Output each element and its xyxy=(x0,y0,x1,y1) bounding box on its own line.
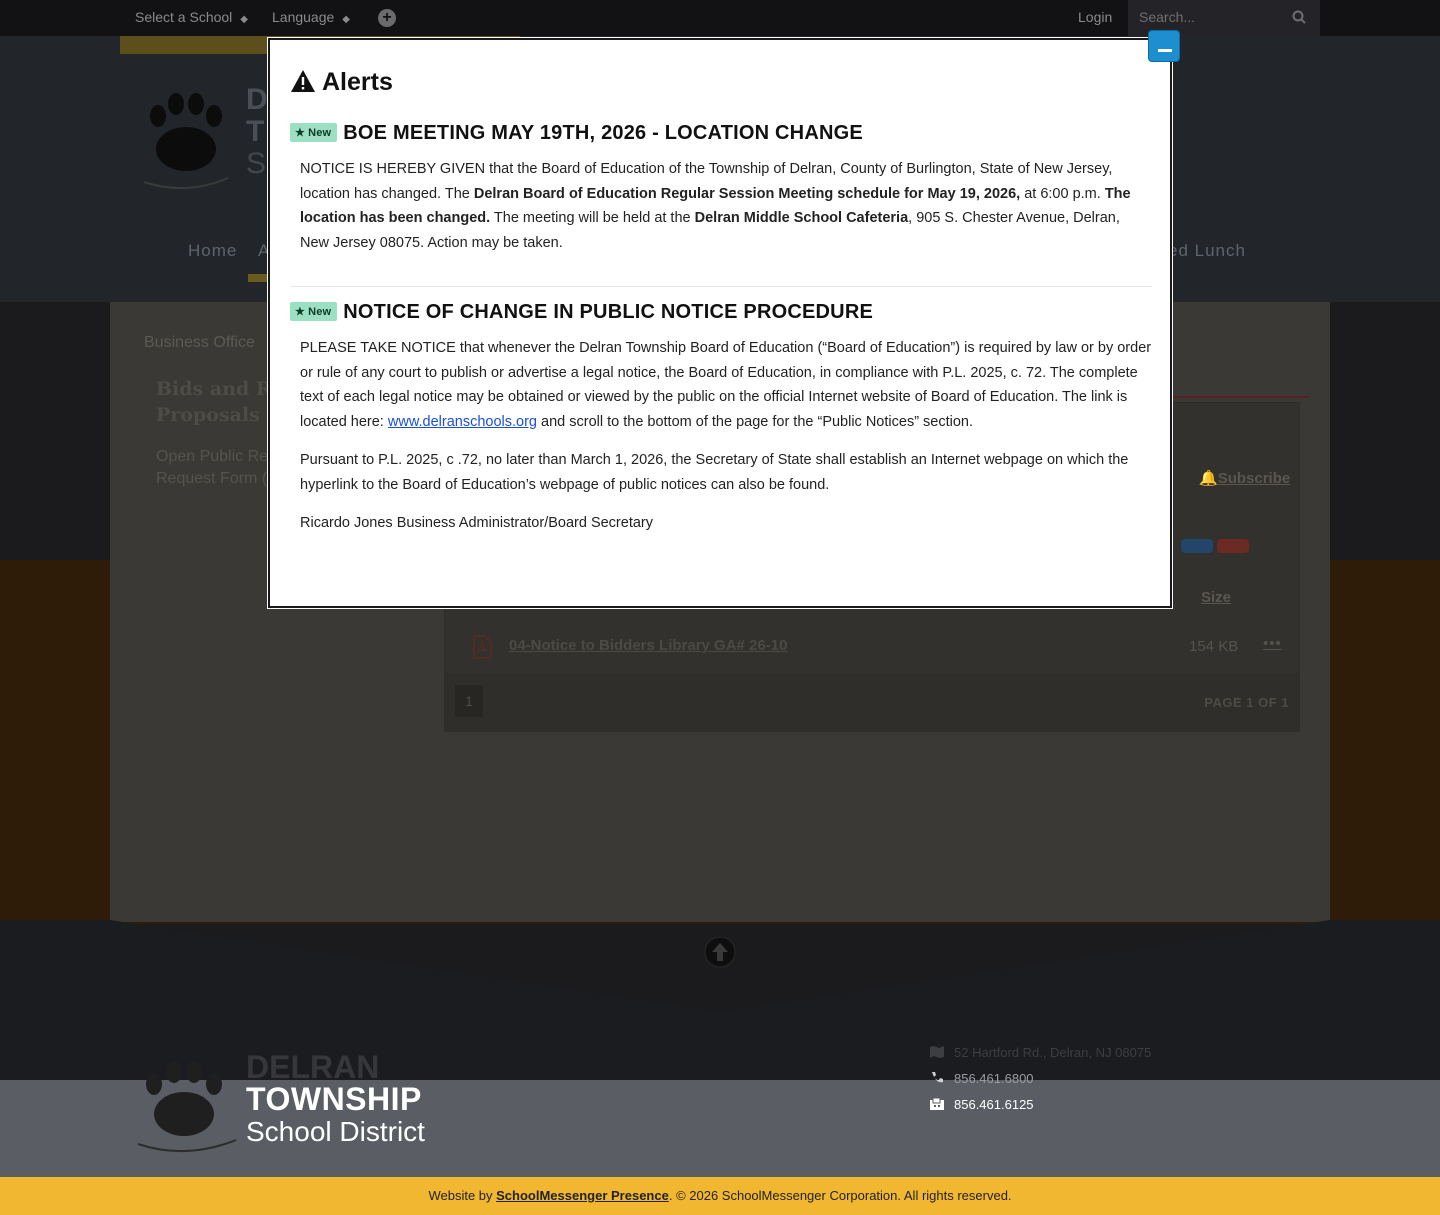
fax-icon xyxy=(930,1098,944,1110)
new-badge: ★ New xyxy=(290,123,338,142)
paw-logo-icon xyxy=(137,1061,237,1153)
alert-text: and scroll to the bottom of the page for… xyxy=(536,413,974,430)
document-link[interactable]: 04-Notice to Bidders Library GA# 26-10 xyxy=(509,637,787,654)
footer-phone-text: 856.461.6800 xyxy=(954,1071,1034,1086)
header-letter: T xyxy=(246,115,265,148)
nav-item-lunch[interactable]: ed Lunch xyxy=(1168,241,1246,261)
more-options-icon[interactable]: ••• xyxy=(1263,635,1282,652)
alerts-modal: Alerts ★ New BOE MEETING MAY 19TH, 2026 - … xyxy=(267,37,1173,609)
alert-heading-text: BOE MEETING MAY 19TH, 2026 - LOCATION CH… xyxy=(343,122,863,144)
sort-caret-icon: ◆ xyxy=(342,14,350,25)
phone-icon xyxy=(932,1072,943,1083)
alert-text: Pursuant to P.L. 2025, c .72, no later t… xyxy=(300,452,1129,493)
heading-rule xyxy=(1170,396,1310,398)
sidebar-link[interactable]: Open Public Re Request Form ( xyxy=(156,446,268,490)
header-letter: D xyxy=(246,83,268,116)
top-bar: Select a School ◆ Language ◆ + Login Searc… xyxy=(0,0,1440,36)
language-selector-label: Language xyxy=(272,9,335,25)
footer-address: 52 Hartford Rd., Delran, NJ 08075 xyxy=(930,1045,1151,1060)
section-heading-line: Bids and Re xyxy=(156,378,284,400)
pdf-file-icon xyxy=(473,635,492,659)
nav-active-indicator xyxy=(248,274,268,282)
alert-heading: ★ New BOE MEETING MAY 19TH, 2026 - LOCATIO… xyxy=(290,122,1152,145)
school-selector-label: Select a School xyxy=(135,9,233,25)
new-badge-label: New xyxy=(308,127,332,139)
scroll-to-top-icon[interactable] xyxy=(704,936,736,968)
search-input[interactable]: Search... xyxy=(1139,9,1195,25)
alert-heading-text: NOTICE OF CHANGE IN PUBLIC NOTICE PROCED… xyxy=(343,301,874,323)
search-icon[interactable] xyxy=(1292,10,1306,24)
alert-heading: ★ New NOTICE OF CHANGE IN PUBLIC NOTICE PR… xyxy=(290,301,1152,324)
alert-text: The meeting will be held at the xyxy=(490,210,695,226)
warning-icon xyxy=(291,70,315,92)
alert-link[interactable]: www.delranschools.org xyxy=(388,414,537,430)
star-icon: ★ xyxy=(295,127,306,139)
search-filter-icon[interactable] xyxy=(1181,539,1213,553)
schoolmessenger-link[interactable]: SchoolMessenger Presence xyxy=(496,1188,669,1203)
size-column-header[interactable]: Size xyxy=(1201,589,1231,606)
alert-bold-text: Delran Middle School Cafeteria xyxy=(694,210,909,226)
pager-label: PAGE 1 OF 1 xyxy=(1204,695,1289,710)
alert-item: ★ New NOTICE OF CHANGE IN PUBLIC NOTICE PR… xyxy=(290,301,1152,550)
document-size: 154 KB xyxy=(1189,638,1239,655)
header-title-partial: D T S xyxy=(246,84,268,180)
section-heading: Bids and Re Proposals xyxy=(156,376,284,428)
map-icon xyxy=(930,1046,944,1058)
modal-minimize-button[interactable] xyxy=(1148,30,1180,62)
copyright-bar: Website by SchoolMessenger Presence. © 2… xyxy=(0,1177,1440,1215)
footer-fax: 856.461.6125 xyxy=(930,1097,1034,1112)
footer-phone[interactable]: 856.461.6800 xyxy=(930,1071,1034,1086)
sort-caret-icon: ◆ xyxy=(240,14,248,25)
star-icon: ★ xyxy=(295,306,306,318)
minus-icon xyxy=(1158,49,1172,52)
alert-item: ★ New BOE MEETING MAY 19TH, 2026 - LOCATIO… xyxy=(290,122,1152,269)
subscribe-button[interactable]: 🔔Subscribe xyxy=(1199,469,1290,487)
credit-prefix: Website by xyxy=(428,1188,497,1203)
alert-divider xyxy=(290,286,1152,287)
school-selector[interactable]: Select a School ◆ xyxy=(135,9,248,25)
pager: 1 PAGE 1 OF 1 xyxy=(445,673,1299,731)
alert-paragraph: Pursuant to P.L. 2025, c .72, no later t… xyxy=(300,448,1152,497)
new-badge: ★ New xyxy=(290,302,338,321)
alert-text: at 6:00 p.m. xyxy=(1020,185,1105,202)
alert-body: PLEASE TAKE NOTICE that whenever the Del… xyxy=(290,336,1152,536)
login-link[interactable]: Login xyxy=(1078,9,1112,25)
header-letter: S xyxy=(246,147,267,180)
sidebar-link-line: Request Form ( xyxy=(156,470,268,487)
subscribe-label: Subscribe xyxy=(1217,470,1291,487)
footer-address-text: 52 Hartford Rd., Delran, NJ 08075 xyxy=(954,1045,1152,1060)
add-circle-icon[interactable]: + xyxy=(378,9,396,27)
footer-fax-text: 856.461.6125 xyxy=(954,1097,1034,1112)
clear-filter-icon[interactable] xyxy=(1217,539,1249,553)
footer-logo-school-district: School District xyxy=(246,1116,425,1147)
credit-suffix: . © 2026 SchoolMessenger Corporation. Al… xyxy=(668,1188,1012,1203)
sidebar-link-line: Open Public Re xyxy=(156,448,269,465)
paw-logo-icon xyxy=(143,93,229,190)
pager-page-button[interactable]: 1 xyxy=(455,685,483,717)
language-selector[interactable]: Language ◆ xyxy=(272,9,350,25)
footer-logo-delran: DELRAN xyxy=(246,1049,380,1085)
breadcrumb[interactable]: Business Office xyxy=(144,334,255,352)
alert-bold-text: Delran Board of Education Regular Sessio… xyxy=(473,185,1021,202)
modal-title-text: Alerts xyxy=(322,68,393,96)
alert-text: Ricardo Jones Business Administrator/Boa… xyxy=(300,515,653,531)
section-heading-line: Proposals xyxy=(156,404,260,426)
modal-title: Alerts xyxy=(290,68,393,97)
nav-item-home[interactable]: Home xyxy=(188,241,237,261)
new-badge-label: New xyxy=(308,306,332,318)
alert-paragraph: PLEASE TAKE NOTICE that whenever the Del… xyxy=(300,336,1152,434)
alert-paragraph: Ricardo Jones Business Administrator/Boa… xyxy=(300,511,1152,536)
alert-paragraph: NOTICE IS HEREBY GIVEN that the Board of… xyxy=(300,157,1152,255)
alert-body: NOTICE IS HEREBY GIVEN that the Board of… xyxy=(290,157,1152,255)
footer-logo-township: TOWNSHIP xyxy=(246,1081,422,1117)
footer-chevron xyxy=(0,920,1440,1020)
